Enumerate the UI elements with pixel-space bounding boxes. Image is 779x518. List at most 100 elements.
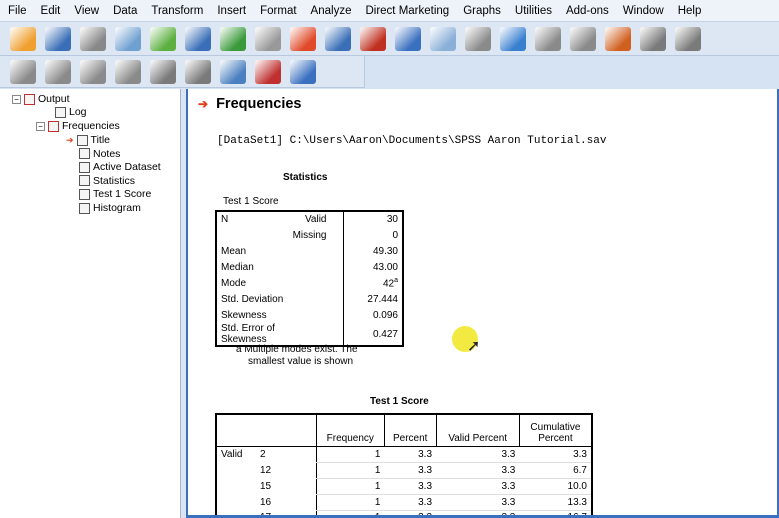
menu-format[interactable]: Format bbox=[260, 5, 296, 17]
value-text: 30 bbox=[386, 214, 398, 225]
hide-icon[interactable] bbox=[185, 59, 211, 84]
menu-edit[interactable]: Edit bbox=[41, 5, 61, 17]
box-icon[interactable] bbox=[675, 26, 701, 51]
export-icon[interactable] bbox=[150, 26, 176, 51]
valid-percent: 3.3 bbox=[436, 478, 520, 495]
insert-title-icon[interactable] bbox=[255, 59, 281, 84]
value: 16 bbox=[260, 496, 272, 508]
value-labels-icon[interactable] bbox=[500, 26, 526, 51]
venn-icon[interactable] bbox=[430, 26, 456, 51]
table-row: Mode 42a bbox=[216, 275, 403, 291]
stat-value: 0.427 bbox=[342, 323, 403, 346]
goto-case-icon[interactable] bbox=[290, 26, 316, 51]
menu-graphs[interactable]: Graphs bbox=[463, 5, 501, 17]
stat-label: Std. Deviation bbox=[221, 293, 284, 305]
menu-insert[interactable]: Insert bbox=[217, 5, 246, 17]
percent: 3.3 bbox=[384, 462, 437, 479]
variables-icon[interactable] bbox=[395, 26, 421, 51]
collapse-icon[interactable]: − bbox=[36, 121, 45, 131]
undo-icon[interactable] bbox=[220, 26, 246, 51]
circles-icon[interactable] bbox=[465, 26, 491, 51]
footnote-line: smallest value is shown bbox=[248, 356, 354, 367]
show-icon[interactable] bbox=[150, 59, 176, 84]
title-text: Frequencies bbox=[216, 96, 302, 112]
frequency: 1 bbox=[315, 446, 385, 463]
output-pane: ➔ Frequencies [DataSet1] C:\Users\Aaron\D… bbox=[186, 89, 779, 518]
stat-value: 0 bbox=[342, 227, 403, 243]
stat-label bbox=[216, 227, 289, 243]
stat-value: 30 bbox=[342, 211, 403, 227]
menu-view[interactable]: View bbox=[74, 5, 99, 17]
stat-sublabel bbox=[289, 259, 343, 275]
run-icon[interactable] bbox=[640, 26, 666, 51]
show-hide-icon[interactable] bbox=[570, 26, 596, 51]
frequency-table[interactable]: Frequency Percent Valid Percent Cumulative P… bbox=[215, 413, 593, 515]
menu-analyze[interactable]: Analyze bbox=[311, 5, 352, 17]
tree-label: Notes bbox=[93, 147, 121, 160]
tree-item-notes[interactable]: Notes bbox=[79, 148, 120, 160]
menu-transform[interactable]: Transform bbox=[151, 5, 203, 17]
forward-icon[interactable] bbox=[45, 59, 71, 84]
menu-direct-marketing[interactable]: Direct Marketing bbox=[365, 5, 449, 17]
statistics-subtitle: Test 1 Score bbox=[223, 196, 279, 207]
menu-file[interactable]: File bbox=[8, 5, 27, 17]
item-icon bbox=[79, 161, 90, 173]
print-icon[interactable] bbox=[80, 26, 106, 51]
insert-text-icon[interactable] bbox=[290, 59, 316, 84]
statistics-table[interactable]: N Valid 30 Missing 0 Mean 49.30 Median 43.00 Mode… bbox=[215, 210, 404, 347]
group-label bbox=[216, 510, 256, 515]
corner-cell bbox=[216, 414, 317, 447]
tree-label: Histogram bbox=[93, 202, 141, 214]
table-row: Valid 2 1 3.3 3.3 3.3 bbox=[216, 446, 592, 463]
stat-sublabel bbox=[289, 323, 343, 346]
menu-utilities[interactable]: Utilities bbox=[515, 5, 552, 17]
menu-help[interactable]: Help bbox=[678, 5, 702, 17]
script-icon[interactable] bbox=[605, 26, 631, 51]
menu-add-ons[interactable]: Add-ons bbox=[566, 5, 609, 17]
tree-item-test-1-score[interactable]: Test 1 Score bbox=[79, 188, 151, 200]
redo-icon[interactable] bbox=[255, 26, 281, 51]
tree-item-title[interactable]: ➔ Title bbox=[66, 134, 110, 146]
group-label bbox=[216, 478, 256, 494]
designate-window-icon[interactable] bbox=[535, 26, 561, 51]
item-icon bbox=[79, 202, 90, 214]
item-icon bbox=[79, 188, 90, 200]
log-icon bbox=[55, 106, 66, 118]
recall-dialog-icon[interactable] bbox=[185, 26, 211, 51]
expand-icon[interactable] bbox=[80, 59, 106, 84]
percent: 3.3 bbox=[384, 478, 437, 495]
collapse-icon[interactable]: − bbox=[12, 94, 21, 104]
stat-label: N bbox=[221, 214, 229, 225]
tree-label: Log bbox=[69, 106, 87, 118]
frequency: 1 bbox=[315, 462, 385, 479]
tree-item-active-dataset[interactable]: Active Dataset bbox=[79, 161, 161, 173]
tree-item-histogram[interactable]: Histogram bbox=[79, 202, 141, 214]
menu-data[interactable]: Data bbox=[113, 5, 137, 17]
stat-label: Skewness bbox=[221, 309, 267, 321]
back-icon[interactable] bbox=[10, 59, 36, 84]
valid-percent: 3.3 bbox=[436, 510, 520, 515]
insert-heading-icon[interactable] bbox=[220, 59, 246, 84]
tree-item-log[interactable]: Log bbox=[55, 106, 87, 118]
value-text: 49.30 bbox=[372, 245, 398, 257]
menu-window[interactable]: Window bbox=[623, 5, 664, 17]
tree-item-statistics[interactable]: Statistics bbox=[79, 175, 135, 187]
stat-value: 42a bbox=[342, 275, 403, 291]
frequency-title: Test 1 Score bbox=[370, 396, 429, 407]
footnote-line: a Multiple modes exist. The bbox=[236, 344, 358, 355]
insert-cases-icon[interactable] bbox=[360, 26, 386, 51]
print-preview-icon[interactable] bbox=[115, 26, 141, 51]
goto-variable-icon[interactable] bbox=[325, 26, 351, 51]
tree-item-frequencies[interactable]: − Frequencies bbox=[36, 120, 120, 132]
percent: 3.3 bbox=[384, 446, 437, 463]
stat-value: 49.30 bbox=[342, 243, 403, 259]
stat-label: Mean bbox=[221, 245, 247, 257]
save-icon[interactable] bbox=[45, 26, 71, 51]
stat-value: 43.00 bbox=[342, 259, 403, 275]
open-icon[interactable] bbox=[10, 26, 36, 51]
stat-sublabel: Missing bbox=[292, 229, 327, 241]
tree-item-output[interactable]: − Output bbox=[12, 93, 70, 105]
output-icon bbox=[24, 93, 35, 105]
column-header: Frequency bbox=[315, 414, 385, 447]
collapse-icon[interactable] bbox=[115, 59, 141, 84]
